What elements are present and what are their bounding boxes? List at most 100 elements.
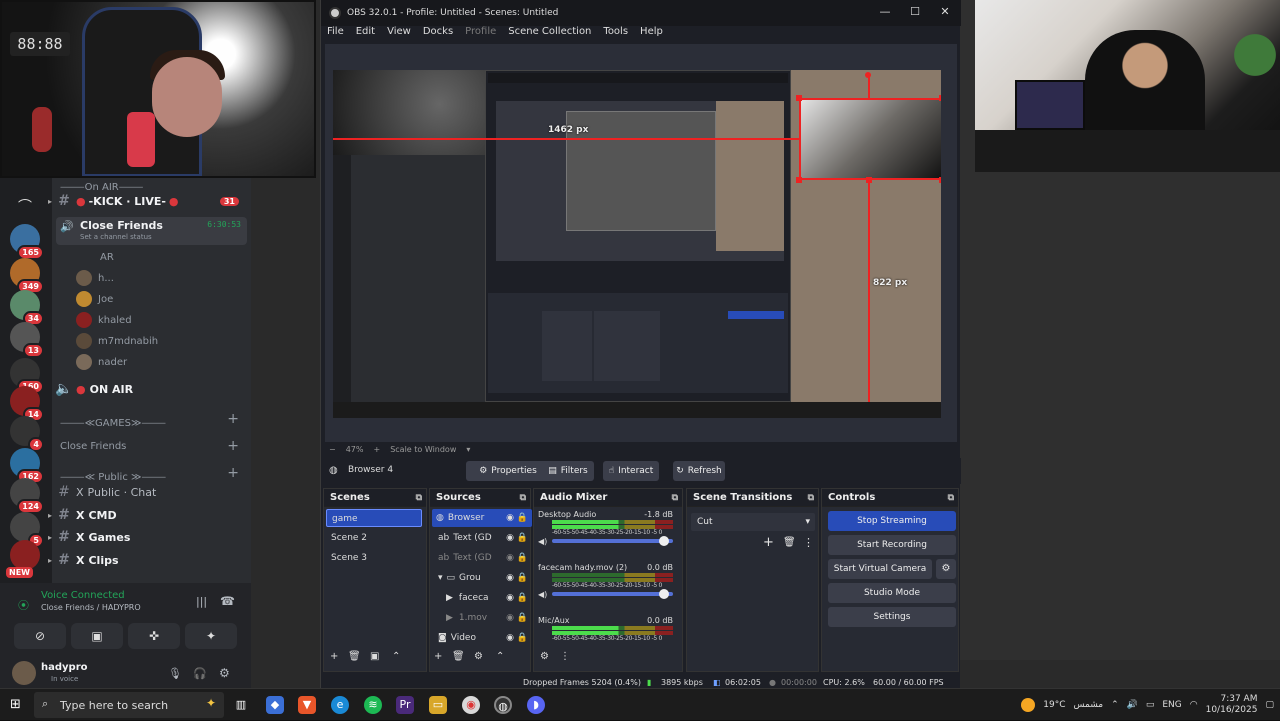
soundboard-button[interactable]: ✦ xyxy=(185,623,237,649)
undock-icon[interactable]: ⧉ xyxy=(808,489,814,507)
server-icon[interactable]: 5 xyxy=(10,512,44,548)
move-up-icon[interactable]: ⌃ xyxy=(496,651,504,669)
menu-view[interactable]: View xyxy=(387,26,411,42)
volume-icon[interactable]: 🔊 xyxy=(1127,700,1138,710)
server-icon[interactable]: 13 xyxy=(10,322,44,358)
channel-status-placeholder[interactable]: Set a channel status xyxy=(80,233,152,241)
add-channel-icon[interactable]: + xyxy=(227,438,239,454)
resize-handle[interactable] xyxy=(796,177,802,183)
lock-icon[interactable]: 🔒 xyxy=(517,569,528,587)
undock-icon[interactable]: ⧉ xyxy=(948,489,954,507)
screen-share-button[interactable]: ▣ xyxy=(71,623,123,649)
notifications-icon[interactable]: ▢ xyxy=(1265,700,1274,710)
scale-mode[interactable]: Scale to Window xyxy=(390,445,456,454)
filters-button[interactable]: ▤ Filters xyxy=(542,461,594,481)
source-item[interactable]: ◙ Video ◉ 🔒 xyxy=(432,629,532,647)
chrome-icon[interactable]: ◉ xyxy=(462,696,480,714)
windows-start-icon[interactable]: ⊞ xyxy=(10,697,21,712)
obs-titlebar[interactable]: OBS 32.0.1 - Profile: Untitled - Scenes:… xyxy=(321,0,961,26)
scene-item[interactable]: Scene 3 xyxy=(326,549,422,567)
obs-icon[interactable]: ◍ xyxy=(494,696,512,714)
tray-chevron-icon[interactable]: ⌃ xyxy=(1111,700,1119,710)
camera-off-button[interactable]: ⊘ xyxy=(14,623,66,649)
source-item[interactable]: ab Text (GD ◉ 🔒 xyxy=(432,529,532,547)
close-button[interactable]: ✕ xyxy=(931,5,959,18)
lock-icon[interactable]: 🔒 xyxy=(517,629,528,647)
source-item[interactable]: ◍ Browser ◉ 🔒 xyxy=(432,509,532,527)
undock-icon[interactable]: ⧉ xyxy=(520,489,526,507)
start-recording-button[interactable]: Start Recording xyxy=(828,535,956,555)
menu-docks[interactable]: Docks xyxy=(423,26,453,42)
source-item[interactable]: ▶ 1.mov ◉ 🔒 xyxy=(432,609,532,627)
server-icon[interactable]: 160 xyxy=(10,358,44,394)
microphone-icon[interactable]: 🎙 xyxy=(168,667,182,680)
volume-slider[interactable] xyxy=(552,536,673,546)
source-item[interactable]: ▶ faceca ◉ 🔒 xyxy=(432,589,532,607)
voice-location[interactable]: Close Friends / HADYPRO xyxy=(41,603,141,612)
voice-member[interactable]: h... xyxy=(76,268,114,288)
interact-button[interactable]: ☝ Interact xyxy=(603,461,659,481)
menu-file[interactable]: File xyxy=(327,26,344,42)
server-icon[interactable]: 124 xyxy=(10,478,44,514)
voice-member[interactable]: Joe xyxy=(76,289,113,309)
slider-knob[interactable] xyxy=(659,589,669,599)
rotation-handle[interactable] xyxy=(865,72,871,78)
disconnect-icon[interactable]: ☎ xyxy=(220,594,235,608)
user-avatar[interactable] xyxy=(12,661,36,685)
voice-member[interactable]: m7mdnabih xyxy=(76,331,158,351)
lock-icon[interactable]: 🔒 xyxy=(517,509,528,527)
mixer-settings-icon[interactable]: ⚙ xyxy=(540,651,549,669)
speaker-icon[interactable]: ◀) xyxy=(538,537,547,546)
noise-suppression-icon[interactable]: ||| xyxy=(196,595,207,608)
properties-button[interactable]: ⚙ Properties xyxy=(466,461,550,481)
weather-temp[interactable]: 19°C xyxy=(1043,700,1065,710)
add-transition-icon[interactable]: + xyxy=(763,535,774,550)
weather-sun-icon[interactable] xyxy=(1021,698,1036,712)
source-item[interactable]: ab Text (GD ◉ 🔒 xyxy=(432,549,532,567)
lock-icon[interactable]: 🔒 xyxy=(517,589,528,607)
stop-streaming-button[interactable]: Stop Streaming xyxy=(828,511,956,531)
channel-games[interactable]: ▸ # X Games xyxy=(48,526,251,548)
preview-area[interactable]: 1462 px 822 px xyxy=(325,44,957,442)
lock-icon[interactable]: 🔒 xyxy=(517,549,528,567)
clock[interactable]: 7:37 AM 10/16/2025 xyxy=(1206,694,1258,716)
server-icon[interactable]: NEW xyxy=(6,540,40,578)
headphones-icon[interactable]: 🎧 xyxy=(193,667,207,680)
virtual-camera-settings-button[interactable]: ⚙ xyxy=(936,559,956,579)
resize-handle[interactable] xyxy=(866,177,872,183)
premiere-icon[interactable]: Pr xyxy=(396,696,414,714)
menu-scene-collection[interactable]: Scene Collection xyxy=(508,26,591,42)
add-channel-icon[interactable]: + xyxy=(227,465,239,481)
eye-icon[interactable]: ◉ xyxy=(506,509,514,527)
add-channel-icon[interactable]: + xyxy=(227,411,239,427)
spotify-icon[interactable]: ≋ xyxy=(364,696,382,714)
wifi-icon[interactable]: ◠ xyxy=(1190,700,1198,710)
menu-tools[interactable]: Tools xyxy=(603,26,628,42)
server-icon[interactable]: 349 xyxy=(10,258,44,294)
eye-icon[interactable]: ◉ xyxy=(506,609,514,627)
resize-handle[interactable] xyxy=(939,177,941,183)
source-group[interactable]: ▾ ▭ Grou ◉ 🔒 xyxy=(432,569,532,587)
minimize-button[interactable]: — xyxy=(871,5,899,18)
taskbar-search-box[interactable]: ⌕ Type here to search ✦ xyxy=(34,692,224,718)
more-options-icon[interactable]: ⋮ xyxy=(560,651,570,669)
lock-icon[interactable]: 🔒 xyxy=(517,529,528,547)
eye-icon[interactable]: ◉ xyxy=(506,629,514,647)
speaker-icon[interactable]: ◀) xyxy=(538,590,547,599)
eye-icon[interactable]: ◉ xyxy=(506,589,514,607)
server-icon[interactable]: 4 xyxy=(10,416,44,452)
voice-member[interactable]: nader xyxy=(76,352,127,372)
studio-mode-button[interactable]: Studio Mode xyxy=(828,583,956,603)
scene-item[interactable]: Scene 2 xyxy=(326,529,422,547)
eye-icon[interactable]: ◉ xyxy=(506,569,514,587)
add-source-icon[interactable]: + xyxy=(434,651,442,669)
maximize-button[interactable]: ☐ xyxy=(901,5,929,18)
volume-slider[interactable] xyxy=(552,589,673,599)
channel-on-air[interactable]: 🔈 ● ON AIR xyxy=(52,378,251,400)
scene-filters-icon[interactable]: ▣ xyxy=(370,651,379,669)
copilot-icon[interactable]: ◆ xyxy=(266,696,284,714)
eye-icon[interactable]: ◉ xyxy=(506,529,514,547)
server-icon[interactable]: 165 xyxy=(10,224,44,260)
channel-kick-live[interactable]: ▸ # ● -KICK · LIVE- ● 31 xyxy=(48,190,251,212)
settings-button[interactable]: Settings xyxy=(828,607,956,627)
